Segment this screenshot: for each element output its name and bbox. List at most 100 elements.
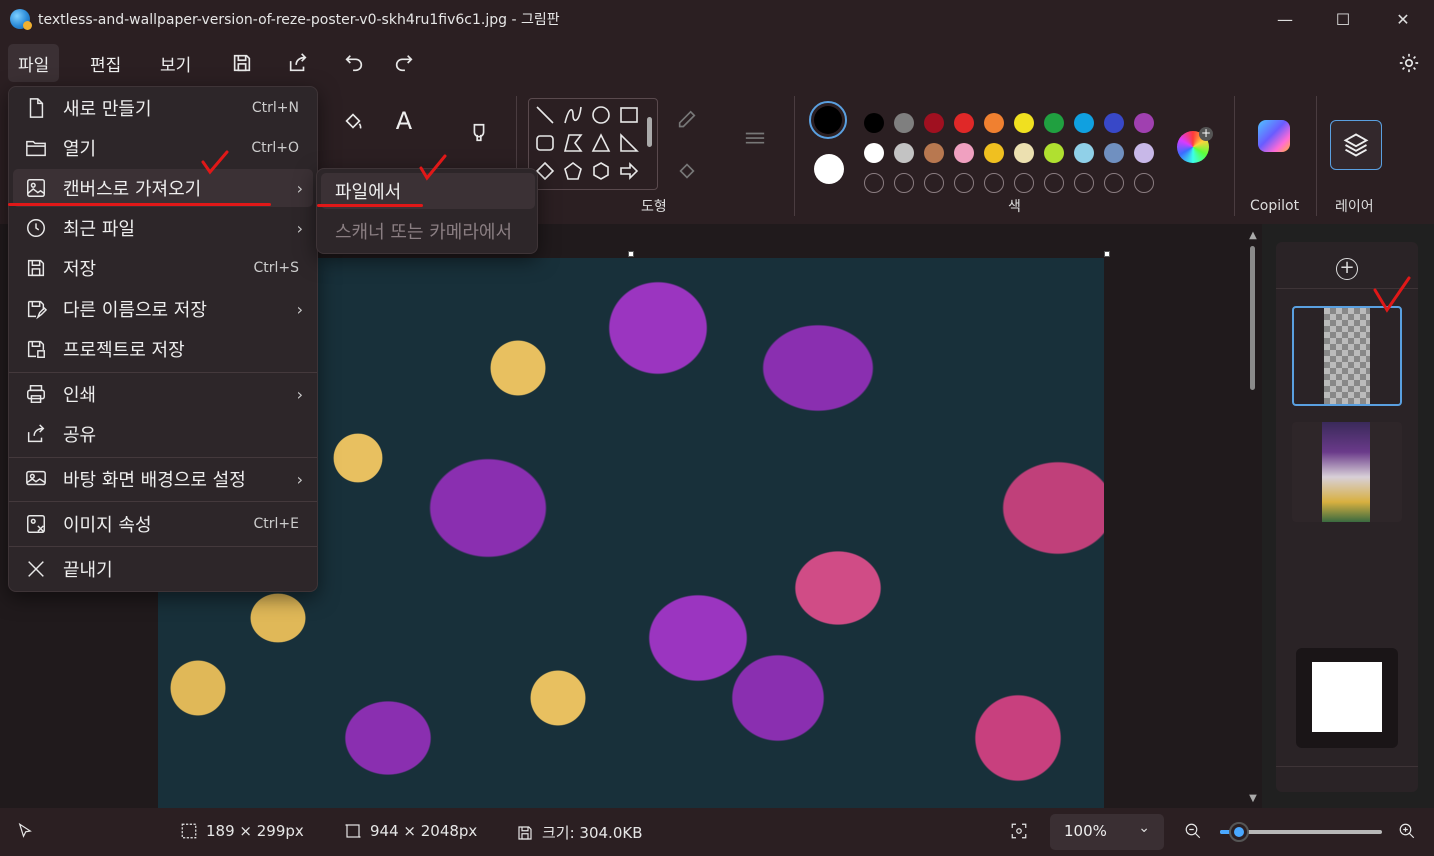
rectangle-shape-icon[interactable] [619, 105, 643, 129]
zoom-select[interactable]: 100% ⌄ [1050, 814, 1164, 850]
custom-color-slot[interactable] [984, 173, 1004, 193]
color-swatch[interactable] [954, 113, 974, 133]
save-project-icon [25, 338, 47, 360]
menu-item-label: 끝내기 [63, 560, 113, 581]
shapes-scrollbar[interactable] [645, 103, 655, 187]
layers-button[interactable] [1330, 120, 1382, 170]
menu-item-label: 프로젝트로 저장 [63, 340, 185, 361]
custom-color-slot[interactable] [864, 173, 884, 193]
color-swatch[interactable] [1104, 143, 1124, 163]
menu-item-print[interactable]: 인쇄 › [13, 375, 313, 413]
color-swatch[interactable] [894, 143, 914, 163]
custom-color-slot[interactable] [1014, 173, 1034, 193]
undo-icon[interactable] [339, 48, 369, 78]
add-layer-icon[interactable]: + [1336, 258, 1358, 280]
color-swatch[interactable] [984, 143, 1004, 163]
menu-item-image-properties[interactable]: 이미지 속성 Ctrl+E [13, 505, 313, 543]
triangle-shape-icon[interactable] [591, 133, 615, 157]
settings-gear-icon[interactable] [1394, 48, 1424, 78]
minimize-button[interactable]: — [1256, 0, 1314, 38]
custom-color-slot[interactable] [1074, 173, 1094, 193]
fit-to-window-icon[interactable] [1010, 822, 1036, 840]
diamond-shape-icon[interactable] [535, 161, 559, 185]
menu-item-set-wallpaper[interactable]: 바탕 화면 배경으로 설정 › [13, 460, 313, 498]
resize-handle-top-right[interactable] [1104, 251, 1110, 257]
menu-item-new[interactable]: 새로 만들기 Ctrl+N [13, 89, 313, 127]
shape-fill-icon[interactable] [672, 156, 702, 186]
color-swatch[interactable] [864, 143, 884, 163]
brush-icon[interactable] [464, 118, 494, 148]
shapes-gallery [528, 98, 658, 190]
hexagon-shape-icon[interactable] [591, 161, 615, 185]
menu-file[interactable]: 파일 [8, 44, 60, 82]
custom-color-slot[interactable] [924, 173, 944, 193]
new-file-icon [25, 97, 47, 119]
layer-transparent[interactable] [1292, 306, 1402, 406]
edit-colors-icon[interactable] [1177, 127, 1213, 163]
rounded-rect-shape-icon[interactable] [535, 133, 559, 157]
color-swatch[interactable] [924, 143, 944, 163]
custom-color-slot[interactable] [1044, 173, 1064, 193]
color-swatch[interactable] [1014, 143, 1034, 163]
resize-handle-top[interactable] [628, 251, 634, 257]
menu-item-recent[interactable]: 최근 파일 › [13, 209, 313, 247]
menu-item-shortcut: Ctrl+E [253, 516, 300, 532]
color-swatch[interactable] [1014, 113, 1034, 133]
menu-item-save[interactable]: 저장 Ctrl+S [13, 249, 313, 287]
primary-color[interactable] [809, 101, 847, 139]
colors-group-label: 색 [1008, 199, 1021, 215]
color-swatch[interactable] [1134, 113, 1154, 133]
layer-background[interactable] [1296, 648, 1398, 748]
fill-bucket-icon[interactable] [338, 106, 368, 136]
pentagon-shape-icon[interactable] [563, 161, 587, 185]
close-button[interactable]: ✕ [1374, 0, 1432, 38]
arrow-shape-icon[interactable] [619, 161, 643, 185]
menu-item-exit[interactable]: 끝내기 [13, 550, 313, 588]
zoom-out-icon[interactable] [1184, 822, 1210, 840]
custom-color-slot[interactable] [954, 173, 974, 193]
custom-color-slot[interactable] [1104, 173, 1124, 193]
color-swatch[interactable] [1104, 113, 1124, 133]
submenu-from-scanner[interactable]: 스캐너 또는 카메라에서 [321, 213, 535, 249]
right-triangle-shape-icon[interactable] [619, 133, 643, 157]
color-swatch[interactable] [984, 113, 1004, 133]
secondary-color[interactable] [814, 154, 844, 184]
layers-label: 레이어 [1335, 199, 1374, 215]
text-tool-icon[interactable]: A [389, 106, 419, 136]
share-icon [25, 423, 47, 445]
custom-color-slot[interactable] [1134, 173, 1154, 193]
color-swatch[interactable] [1134, 143, 1154, 163]
menu-item-open[interactable]: 열기 Ctrl+O [13, 129, 313, 167]
line-shape-icon[interactable] [535, 105, 559, 129]
menu-item-share[interactable]: 공유 [13, 415, 313, 453]
menu-item-import-to-canvas[interactable]: 캔버스로 가져오기 › [13, 169, 313, 207]
menu-edit[interactable]: 편집 [80, 44, 131, 82]
outline-icon[interactable] [672, 106, 702, 136]
layer-image[interactable] [1292, 422, 1402, 522]
file-size-text: 크기: 304.0KB [542, 824, 643, 842]
color-swatch[interactable] [864, 113, 884, 133]
custom-color-slot[interactable] [894, 173, 914, 193]
save-icon[interactable] [227, 48, 257, 78]
oval-shape-icon[interactable] [591, 105, 615, 129]
color-swatch[interactable] [1074, 143, 1094, 163]
color-swatch[interactable] [1074, 113, 1094, 133]
maximize-button[interactable]: ☐ [1314, 0, 1372, 38]
color-swatch[interactable] [924, 113, 944, 133]
color-swatch[interactable] [1044, 143, 1064, 163]
share-icon[interactable] [283, 48, 313, 78]
redo-icon[interactable] [389, 48, 419, 78]
selection-size: 189 × 299px [180, 822, 304, 840]
color-swatch[interactable] [954, 143, 974, 163]
stroke-size-icon[interactable] [740, 124, 770, 154]
menu-item-save-project[interactable]: 프로젝트로 저장 [13, 330, 313, 368]
vertical-scrollbar[interactable]: ▲ ▼ [1246, 230, 1260, 804]
curve-shape-icon[interactable] [563, 105, 587, 129]
copilot-icon[interactable] [1258, 120, 1290, 152]
menu-view[interactable]: 보기 [150, 44, 201, 82]
color-swatch[interactable] [1044, 113, 1064, 133]
menu-item-save-as[interactable]: 다른 이름으로 저장 › [13, 290, 313, 328]
polygon-shape-icon[interactable] [563, 133, 587, 157]
zoom-in-icon[interactable] [1398, 822, 1424, 840]
color-swatch[interactable] [894, 113, 914, 133]
